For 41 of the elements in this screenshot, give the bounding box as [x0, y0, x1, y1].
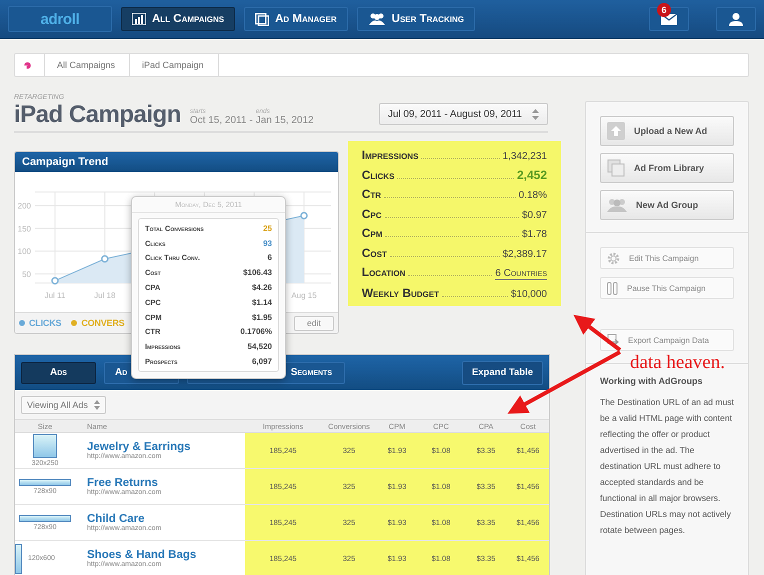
tooltip-value: 93: [263, 238, 272, 248]
stat-label: Cpm: [362, 226, 382, 240]
x-tick-label: Aug 15: [291, 291, 317, 300]
x-tick-label: Jul 18: [94, 291, 116, 300]
campaign-title: iPad Campaign: [14, 101, 181, 129]
tooltip-value: 25: [263, 224, 272, 233]
stat-value: $10,000: [510, 288, 547, 300]
tooltip-value: $106.43: [243, 268, 272, 278]
help-text: The Destination URL of an ad must be a valid HTML page with content reflecting the offer or product advertised in the ad. The destination URL must adhere to accepted standards and be functional in all major browsers. Destination URLs may not actively rotate between pages.: [600, 396, 734, 537]
stat-value: $0.97: [522, 210, 547, 221]
stat-label: Impressions: [362, 148, 418, 162]
y-tick-label: 100: [18, 247, 31, 256]
stat-label: Weekly Budget: [362, 286, 439, 300]
end-date: Jan 15, 2012: [256, 115, 314, 126]
y-tick-label: 50: [22, 270, 31, 279]
notification-badge: 6: [657, 3, 671, 17]
tooltip-value: 54,520: [248, 342, 272, 352]
stat-value: 0.18%: [518, 190, 547, 202]
stat-label: Cost: [362, 246, 387, 260]
tooltip-value: $1.95: [252, 312, 272, 322]
stat-value: 2,452: [516, 168, 547, 182]
stat-value: $2,389.17: [502, 248, 547, 260]
tooltip-value: 6,097: [252, 357, 272, 366]
help-title: Working with AdGroups: [600, 376, 704, 386]
y-tick-label: 150: [18, 224, 31, 234]
stat-label: Clicks: [362, 168, 394, 182]
annotation-text: data heaven.: [630, 352, 725, 374]
x-tick-label: Jul 11: [44, 291, 66, 300]
date-separator: -: [249, 115, 253, 126]
tooltip-value: 0.1706%: [240, 327, 272, 336]
tooltip-value: $4.26: [252, 283, 272, 292]
stat-label: Ctr: [362, 187, 382, 202]
stat-value: $1.78: [522, 229, 547, 240]
start-date: Oct 15, 2011: [190, 115, 246, 126]
stat-label: Cpc: [362, 206, 382, 221]
y-tick-label: 200: [18, 202, 31, 211]
stat-value: 1,342,231: [502, 151, 547, 162]
card-title: Campaign Trend: [22, 156, 108, 168]
tooltip-value: $1.14: [252, 298, 272, 307]
tooltip-value: 6: [268, 253, 272, 262]
stat-label: Location: [362, 265, 406, 280]
